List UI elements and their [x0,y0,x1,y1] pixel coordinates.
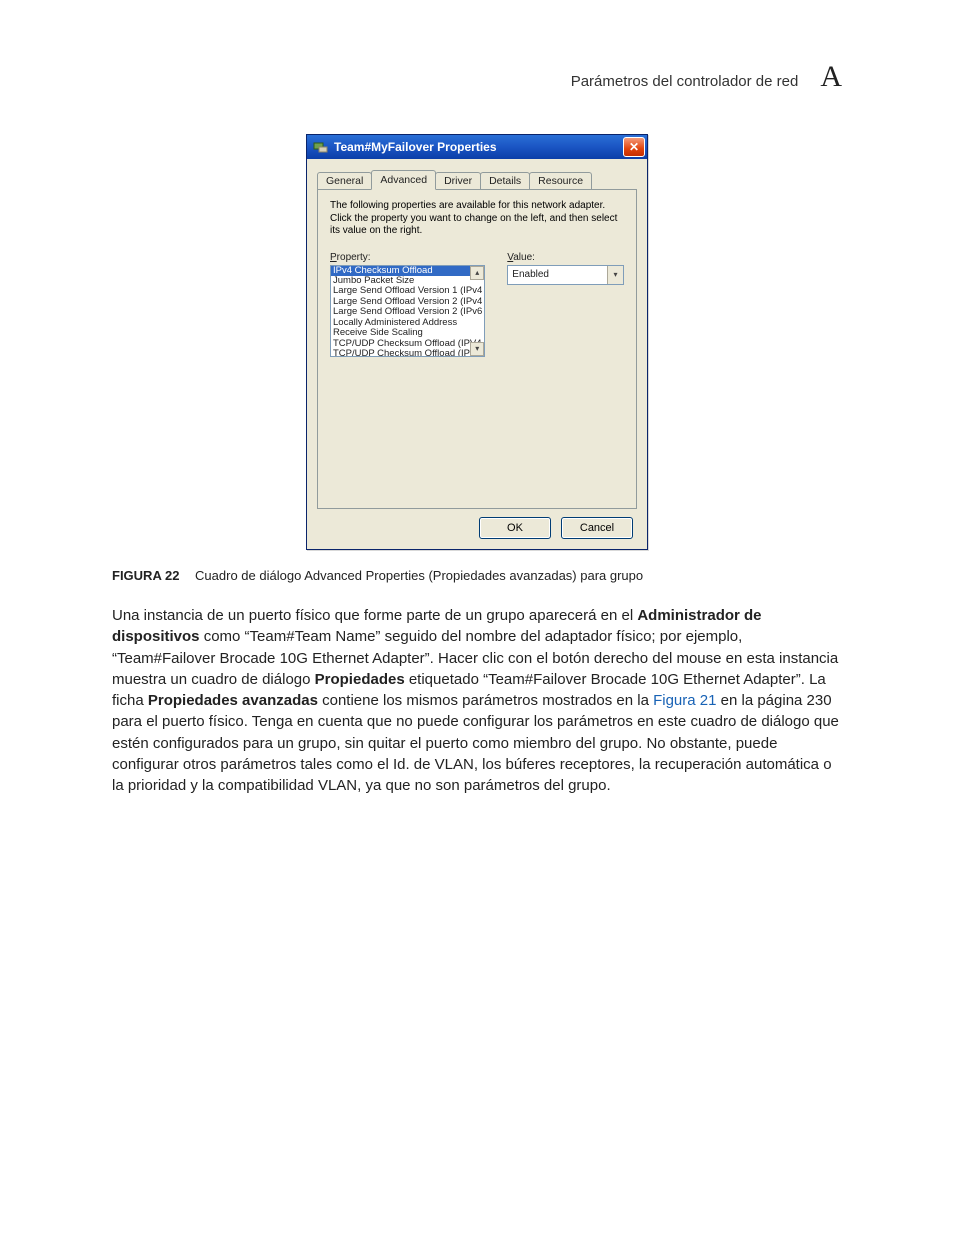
value-selected: Enabled [508,269,607,280]
body-paragraph: Una instancia de un puerto físico que fo… [112,605,842,797]
list-item[interactable]: Receive Side Scaling [331,328,484,338]
text-run: contiene los mismos parámetros mostrados… [322,692,653,709]
dialog-title: Team#MyFailover Properties [334,140,623,154]
tab-general[interactable]: General [317,172,372,189]
figure-caption: FIGURA 22 Cuadro de diálogo Advanced Pro… [112,568,842,583]
tab-resource[interactable]: Resource [529,172,592,189]
list-item[interactable]: TCP/UDP Checksum Offload (IPV4 [331,339,484,349]
list-item[interactable]: Large Send Offload Version 2 (IPv6 [331,307,484,317]
tab-label: Driver [444,175,472,187]
tab-driver[interactable]: Driver [435,172,481,189]
value-combobox[interactable]: Enabled ▾ [507,265,624,285]
value-label: Value: [507,252,624,263]
text-bold: Propiedades [315,671,405,688]
header-section-title: Parámetros del controlador de red [571,73,799,90]
property-label-rest: roperty: [337,252,371,263]
tab-advanced[interactable]: Advanced [371,170,436,190]
tab-panel-advanced: The following properties are available f… [317,189,637,509]
properties-dialog: Team#MyFailover Properties ✕ General Adv… [306,134,648,550]
chevron-down-icon: ▾ [475,344,479,353]
panel-instruction: The following properties are available f… [330,200,624,238]
tab-label: Resource [538,175,583,187]
figure-caption-text: Cuadro de diálogo Advanced Properties (P… [195,568,643,583]
network-adapter-icon [313,140,328,154]
cancel-button[interactable]: Cancel [561,517,633,539]
dialog-body: General Advanced Driver Details Resource… [307,159,647,549]
text-run: Una instancia de un puerto físico que fo… [112,607,637,624]
dialog-titlebar[interactable]: Team#MyFailover Properties ✕ [307,135,647,159]
close-button[interactable]: ✕ [623,137,645,157]
list-item[interactable]: Locally Administered Address [331,318,484,328]
tab-strip: General Advanced Driver Details Resource [317,169,637,189]
header-section-letter: A [820,60,842,94]
list-item[interactable]: IPv4 Checksum Offload [331,266,484,276]
text-bold: Propiedades avanzadas [148,692,318,709]
tab-label: Advanced [380,174,427,186]
list-item[interactable]: TCP/UDP Checksum Offload (IPV6 [331,349,484,357]
scroll-down-button[interactable]: ▾ [470,342,484,356]
list-item[interactable]: Large Send Offload Version 2 (IPv4 [331,297,484,307]
chevron-down-icon: ▾ [613,270,617,279]
list-item[interactable]: Jumbo Packet Size [331,276,484,286]
value-label-rest: alue: [513,252,535,263]
tab-label: Details [489,175,521,187]
figure-label: FIGURA 22 [112,568,179,583]
document-page: Parámetros del controlador de red A Team… [0,0,954,1235]
dialog-button-row: OK Cancel [317,509,637,541]
close-icon: ✕ [629,141,639,153]
property-label: Property: [330,252,485,263]
combo-dropdown-button[interactable]: ▾ [607,266,623,284]
tab-label: General [326,175,363,187]
list-item[interactable]: Large Send Offload Version 1 (IPv4 [331,286,484,296]
scroll-up-button[interactable]: ▴ [470,266,484,280]
chevron-up-icon: ▴ [475,268,479,277]
property-listbox[interactable]: ▴ IPv4 Checksum Offload Jumbo Packet Siz… [330,265,485,357]
page-header: Parámetros del controlador de red A [112,60,842,94]
ok-button[interactable]: OK [479,517,551,539]
figure-crossref-link[interactable]: Figura 21 [653,692,716,709]
tab-details[interactable]: Details [480,172,530,189]
